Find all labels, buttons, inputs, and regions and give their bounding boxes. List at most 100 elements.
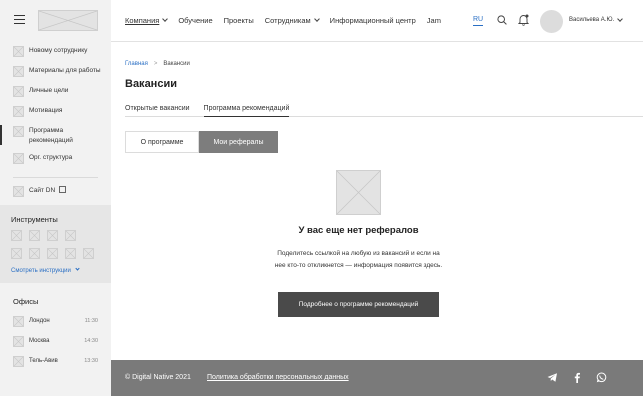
sidebar-item-referral[interactable]: Программа рекомендаций — [0, 125, 111, 153]
privacy-policy-link[interactable]: Политика обработки персональных данных — [207, 374, 349, 381]
placeholder-icon — [13, 126, 24, 137]
tool-icon[interactable] — [65, 230, 76, 241]
tool-icon[interactable] — [29, 230, 40, 241]
chevron-down-icon — [74, 266, 80, 271]
tool-icon[interactable] — [29, 248, 40, 259]
search-icon[interactable] — [497, 15, 507, 25]
office-name: Лондон — [29, 318, 50, 324]
bell-icon[interactable] — [518, 14, 529, 26]
top-nav-label: Проекты — [223, 16, 254, 25]
placeholder-icon — [13, 86, 24, 97]
office-time: 13:30 — [84, 358, 98, 364]
tools-section: Инструменты Смотреть инструкции — [0, 205, 111, 283]
tools-title: Инструменты — [11, 215, 58, 224]
placeholder-icon — [13, 355, 24, 367]
placeholder-icon — [13, 315, 24, 327]
external-link-icon — [59, 186, 67, 193]
about-program-button[interactable]: О программе — [125, 131, 199, 153]
segmented-control: О программе Мои рефералы — [125, 131, 278, 153]
chevron-down-icon — [162, 16, 169, 22]
user-menu[interactable]: Васильева А.Ю. — [569, 15, 624, 23]
placeholder-icon — [13, 335, 24, 347]
tools-link-label: Смотреть инструкции — [11, 268, 71, 274]
chevron-down-icon — [617, 15, 624, 22]
office-row: Тель-Авив 13:30 — [13, 351, 111, 371]
tool-icon[interactable] — [11, 230, 22, 241]
my-referrals-button[interactable]: Мои рефералы — [199, 131, 278, 153]
sidebar: Новому сотруднику Материалы для работы Л… — [0, 0, 111, 396]
placeholder-icon — [13, 186, 24, 197]
sidebar-item-label: Сайт DN — [29, 187, 56, 194]
breadcrumb-current: Вакансии — [163, 61, 190, 67]
avatar[interactable] — [540, 10, 563, 33]
office-time: 11:30 — [84, 318, 98, 324]
placeholder-icon — [13, 153, 24, 164]
empty-state-title: У вас еще нет рефералов — [298, 225, 419, 236]
sidebar-item-label: Программа рекомендаций — [29, 127, 73, 144]
top-nav-item-learning[interactable]: Обучение — [178, 16, 212, 25]
top-nav-label: Сотрудникам — [264, 16, 311, 25]
offices-title: Офисы — [13, 297, 39, 306]
sidebar-item-new-employee[interactable]: Новому сотруднику — [0, 46, 111, 66]
empty-state-description: Поделитесь ссылкой на любую из вакансий … — [274, 250, 443, 269]
chevron-down-icon — [313, 16, 320, 22]
language-switch[interactable]: RU — [473, 16, 484, 26]
sidebar-item-label: Личные цели — [29, 87, 69, 94]
tabs: Открытые вакансии Программа рекомендаций — [125, 105, 643, 117]
tab-referral-program[interactable]: Программа рекомендаций — [203, 105, 290, 117]
top-header: Компания Обучение Проекты Сотрудникам Ин… — [111, 0, 643, 42]
tool-icon[interactable] — [65, 248, 76, 259]
facebook-icon[interactable] — [572, 372, 583, 383]
tool-icon[interactable] — [83, 248, 94, 259]
breadcrumb: Главная > Вакансии — [125, 61, 190, 67]
main-content: Главная > Вакансии Вакансии Открытые вак… — [111, 42, 643, 360]
program-details-button[interactable]: Подробнее о программе рекомендаций — [278, 292, 439, 317]
logo[interactable] — [38, 10, 98, 31]
top-nav-item-projects[interactable]: Проекты — [224, 16, 254, 25]
office-row: Москва 14:30 — [13, 331, 111, 351]
top-nav-item-employees[interactable]: Сотрудникам — [264, 16, 320, 25]
office-name: Тель-Авив — [29, 358, 58, 364]
tool-icon[interactable] — [11, 248, 22, 259]
sidebar-item-motivation[interactable]: Мотивация — [0, 106, 111, 126]
sidebar-item-org[interactable]: Орг. структура — [0, 153, 111, 177]
menu-icon[interactable] — [14, 15, 25, 25]
office-row: Лондон 11:30 — [13, 311, 111, 331]
top-nav-label: Jam — [426, 16, 441, 25]
tools-instructions-link[interactable]: Смотреть инструкции — [11, 266, 111, 274]
breadcrumb-home[interactable]: Главная — [125, 61, 148, 67]
placeholder-icon — [13, 106, 24, 117]
top-nav-label: Информационный центр — [329, 16, 416, 25]
sidebar-item-site[interactable]: Сайт DN — [0, 186, 111, 206]
sidebar-item-label: Орг. структура — [29, 154, 73, 161]
sidebar-item-label: Мотивация — [29, 107, 63, 114]
sidebar-nav: Новому сотруднику Материалы для работы Л… — [0, 46, 111, 206]
office-name: Москва — [29, 338, 50, 344]
tool-icon[interactable] — [47, 248, 58, 259]
sidebar-item-goals[interactable]: Личные цели — [0, 86, 111, 106]
top-nav: Компания Обучение Проекты Сотрудникам Ин… — [125, 16, 452, 25]
telegram-icon[interactable] — [547, 372, 558, 383]
sidebar-top — [0, 0, 111, 42]
user-name: Васильева А.Ю. — [569, 17, 615, 23]
grid-spacer — [83, 230, 94, 241]
placeholder-icon — [13, 66, 24, 77]
footer: © Digital Native 2021 Политика обработки… — [111, 360, 643, 396]
top-nav-item-jam[interactable]: Jam — [427, 16, 441, 25]
top-nav-label: Обучение — [178, 16, 213, 25]
empty-state-image — [336, 170, 381, 215]
copyright: © Digital Native 2021 — [125, 374, 191, 381]
whatsapp-icon[interactable] — [596, 372, 607, 383]
tools-grid — [11, 230, 111, 259]
divider — [13, 177, 98, 178]
sidebar-item-label: Новому сотруднику — [29, 47, 88, 54]
placeholder-icon — [13, 46, 24, 57]
sidebar-item-materials[interactable]: Материалы для работы — [0, 66, 111, 86]
tab-open-vacancies[interactable]: Открытые вакансии — [125, 105, 190, 117]
office-time: 14:30 — [84, 338, 98, 344]
breadcrumb-separator: > — [153, 61, 158, 67]
top-nav-item-info-center[interactable]: Информационный центр — [330, 16, 416, 25]
top-nav-item-company[interactable]: Компания — [125, 16, 169, 25]
offices-section: Офисы Лондон 11:30 Москва 14:30 Тель-Ави… — [0, 297, 111, 371]
tool-icon[interactable] — [47, 230, 58, 241]
